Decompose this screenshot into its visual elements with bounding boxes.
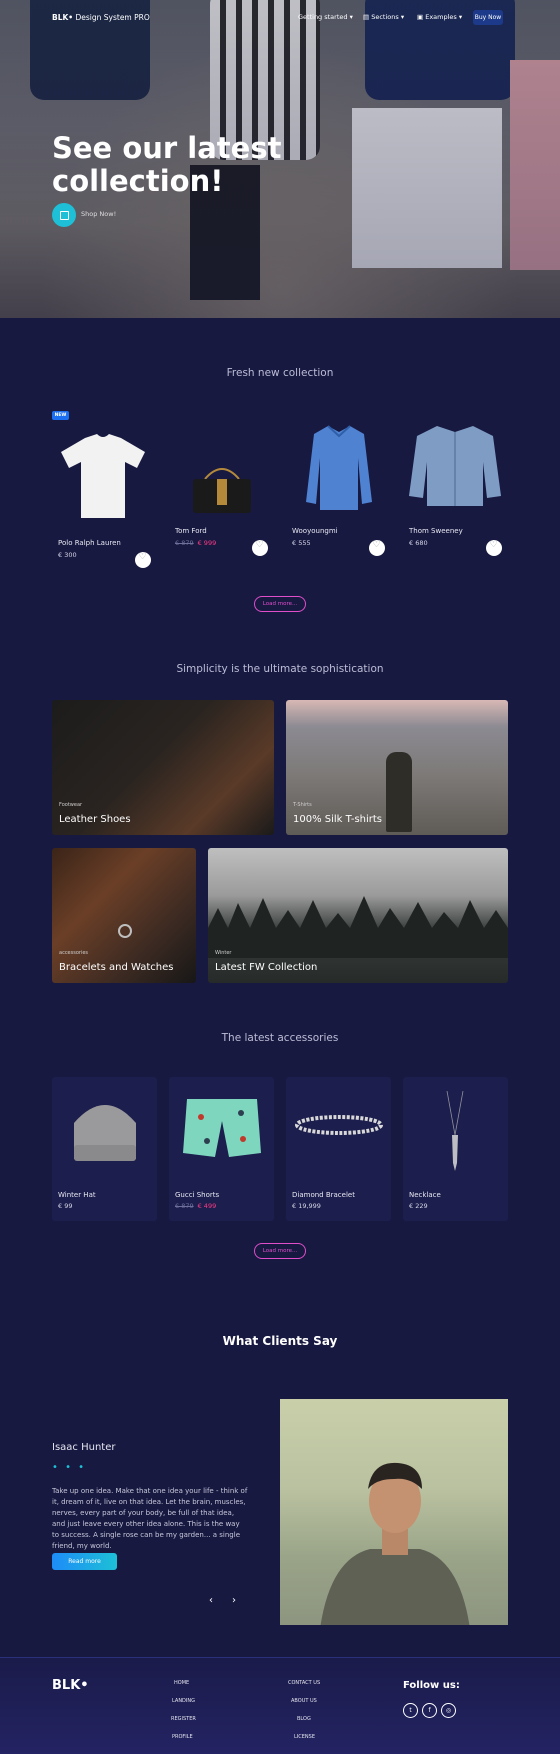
client-portrait	[320, 1462, 470, 1625]
footer-link-register[interactable]: REGISTER	[171, 1716, 196, 1722]
tshirt-image	[61, 434, 145, 518]
accessory-card[interactable]: Necklace € 229	[403, 1077, 508, 1221]
category-name: 100% Silk T-shirts	[293, 814, 383, 825]
client-photo	[280, 1399, 508, 1625]
category-tag: accessories	[59, 950, 89, 956]
fresh-collection-title: Fresh new collection	[226, 367, 334, 379]
accessory-price: € 229	[409, 1202, 428, 1210]
denim-jacket-image	[409, 426, 501, 506]
product-price: € 555	[292, 539, 311, 547]
category-name: Latest FW Collection	[215, 962, 318, 973]
footer-logo[interactable]: BLK•	[52, 1678, 89, 1693]
navbar: BLK• Design System PRO Getting started ▾…	[0, 0, 560, 36]
hero-title: See our latest collection!	[52, 131, 282, 198]
accessory-price: € 19,999	[292, 1202, 321, 1210]
category-tile-footwear[interactable]: Footwear Leather Shoes	[52, 700, 274, 835]
diamond-bracelet-image	[295, 1115, 383, 1135]
product-name: Polo Ralph Lauren	[58, 539, 121, 547]
product-price: € 879 € 999	[175, 539, 217, 547]
testimonials-title: What Clients Say	[222, 1334, 338, 1348]
product-name: Wooyoungmi	[292, 527, 338, 535]
favorite-heart-icon[interactable]	[135, 552, 151, 568]
follow-us-label: Follow us:	[403, 1680, 460, 1691]
accessory-card[interactable]: Diamond Bracelet € 19,999	[286, 1077, 391, 1221]
category-tile-winter[interactable]: Winter Latest FW Collection	[208, 848, 508, 983]
accessory-name: Diamond Bracelet	[292, 1191, 355, 1199]
category-tag: T-Shirts	[293, 802, 312, 808]
footer: BLK• HOME LANDING REGISTER PROFILE CONTA…	[0, 1657, 560, 1754]
hero-section: BLK• Design System PRO Getting started ▾…	[0, 0, 560, 318]
footer-link-about[interactable]: ABOUT US	[291, 1698, 317, 1704]
accessory-price: € 879 € 499	[175, 1202, 217, 1210]
nav-getting-started[interactable]: Getting started ▾	[298, 13, 353, 21]
load-more-button[interactable]: Load more...	[254, 1243, 306, 1259]
accessory-name: Gucci Shorts	[175, 1191, 220, 1199]
accessory-name: Necklace	[409, 1191, 441, 1199]
decorative-dots: • • •	[52, 1462, 87, 1473]
category-tag: Winter	[215, 950, 232, 956]
client-name: Isaac Hunter	[52, 1442, 116, 1453]
footer-link-landing[interactable]: LANDING	[172, 1698, 195, 1704]
accessory-price: € 99	[58, 1202, 73, 1210]
shirt-image	[306, 425, 372, 510]
shopping-bag-icon[interactable]	[52, 203, 76, 227]
carousel-prev-arrow-icon[interactable]: ‹	[209, 1595, 213, 1606]
winter-hat-image	[74, 1105, 136, 1161]
accessory-card[interactable]: Gucci Shorts € 879 € 499	[169, 1077, 274, 1221]
footer-link-blog[interactable]: BLOG	[297, 1716, 311, 1722]
footer-link-contact[interactable]: CONTACT US	[288, 1680, 320, 1686]
handbag-image	[193, 468, 251, 513]
dribbble-icon[interactable]: ◎	[441, 1703, 456, 1718]
person-figure	[386, 752, 412, 832]
footer-link-home[interactable]: HOME	[174, 1680, 189, 1686]
watch-icon	[118, 924, 132, 938]
accessory-name: Winter Hat	[58, 1191, 96, 1199]
product-name: Tom Ford	[175, 527, 207, 535]
product-price: € 680	[409, 539, 428, 547]
product-name: Thom Sweeney	[409, 527, 463, 535]
nav-examples[interactable]: ▣ Examples ▾	[417, 13, 462, 21]
favorite-heart-icon[interactable]	[252, 540, 268, 556]
testimonial-text: Take up one idea. Make that one idea you…	[52, 1487, 248, 1550]
carousel-next-arrow-icon[interactable]: ›	[232, 1595, 236, 1606]
load-more-button[interactable]: Load more...	[254, 596, 306, 612]
forest-silhouette	[208, 896, 508, 958]
necklace-image	[446, 1091, 464, 1171]
read-more-button[interactable]: Read more	[52, 1553, 117, 1570]
twitter-icon[interactable]: t	[403, 1703, 418, 1718]
shop-now-link[interactable]: Shop Now!	[81, 210, 116, 218]
favorite-heart-icon[interactable]	[369, 540, 385, 556]
category-name: Leather Shoes	[59, 814, 131, 825]
footer-link-license[interactable]: LICENSE	[294, 1734, 315, 1740]
new-badge: NEW	[52, 411, 69, 420]
category-tile-tshirts[interactable]: T-Shirts 100% Silk T-shirts	[286, 700, 508, 835]
accessory-card[interactable]: Winter Hat € 99	[52, 1077, 157, 1221]
categories-title: Simplicity is the ultimate sophisticatio…	[176, 663, 384, 675]
shorts-image	[183, 1099, 261, 1157]
facebook-icon[interactable]: f	[422, 1703, 437, 1718]
accessories-title: The latest accessories	[221, 1032, 339, 1044]
favorite-heart-icon[interactable]	[486, 540, 502, 556]
category-name: Bracelets and Watches	[59, 962, 174, 973]
product-price: € 300	[58, 551, 77, 559]
brand-logo[interactable]: BLK• Design System PRO	[52, 13, 150, 22]
buy-now-button[interactable]: Buy Now	[473, 10, 503, 25]
category-tag: Footwear	[59, 802, 83, 808]
footer-link-profile[interactable]: PROFILE	[172, 1734, 193, 1740]
category-tile-accessories[interactable]: accessories Bracelets and Watches	[52, 848, 196, 983]
nav-sections[interactable]: ▤ Sections ▾	[363, 13, 404, 21]
